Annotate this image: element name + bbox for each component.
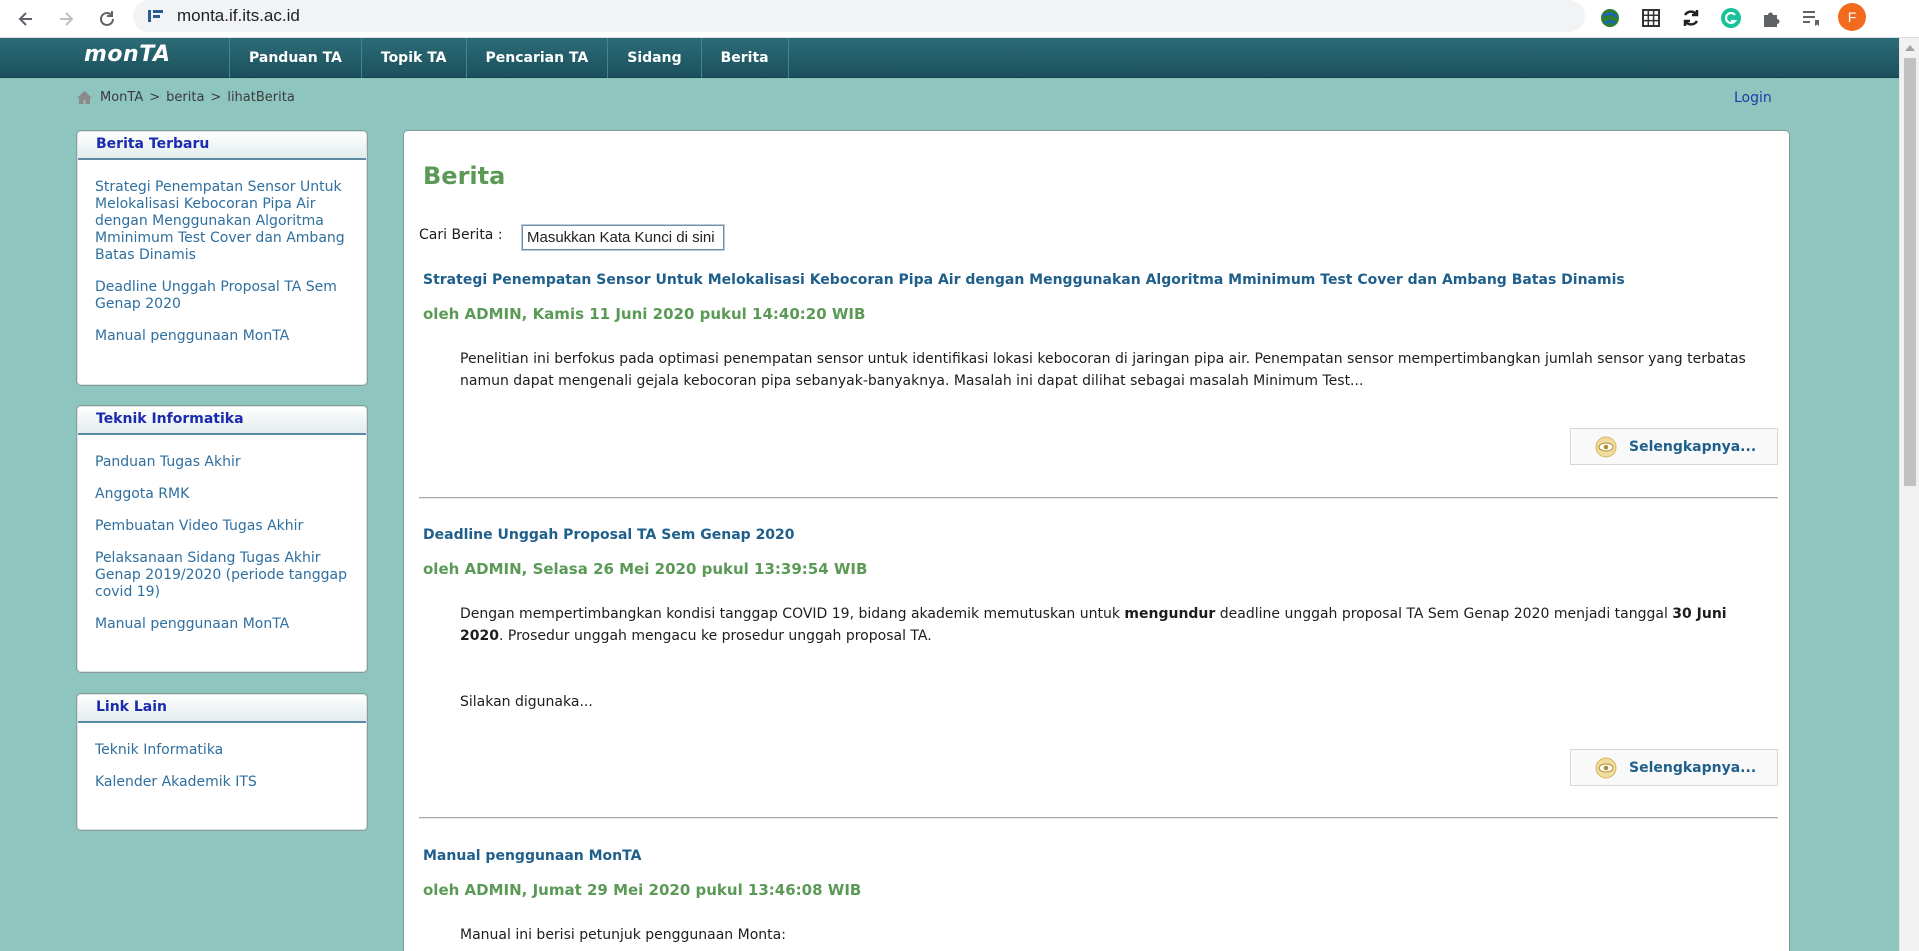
back-button[interactable]: [11, 4, 41, 34]
url-text[interactable]: monta.if.its.ac.id: [177, 6, 300, 26]
sidebar-box-title: Link Lain: [78, 695, 366, 723]
extension-globe[interactable]: [1596, 4, 1624, 32]
sidebar-box-title: Teknik Informatika: [78, 407, 366, 435]
menu-topik-ta[interactable]: Topik TA: [362, 38, 467, 78]
read-more-button[interactable]: Selengkapnya...: [1570, 749, 1778, 786]
news-body-extra: Silakan digunaka...: [460, 694, 593, 710]
reload-button[interactable]: [92, 4, 122, 34]
main-menu: Panduan TA Topik TA Pencarian TA Sidang …: [229, 38, 789, 78]
sidebar-box-title: Berita Terbaru: [78, 132, 366, 160]
menu-pencarian-ta[interactable]: Pencarian TA: [467, 38, 609, 78]
search-input[interactable]: [521, 224, 725, 251]
menu-sidang[interactable]: Sidang: [608, 38, 702, 78]
sidebar-box-link-lain: Link Lain Teknik Informatika Kalender Ak…: [76, 693, 368, 831]
sidebar-link-pembuatan-video[interactable]: Pembuatan Video Tugas Akhir: [95, 518, 349, 535]
puzzle-icon: [1764, 12, 1780, 27]
news-item: Manual penggunaan MonTA oleh ADMIN, Juma…: [419, 848, 1778, 951]
scroll-up-arrow-icon[interactable]: [1905, 45, 1915, 51]
news-body: Manual ini berisi petunjuk penggunaan Mo…: [460, 927, 786, 943]
breadcrumb: MonTA > berita > lihatBerita: [76, 90, 295, 105]
news-title[interactable]: Strategi Penempatan Sensor Untuk Melokal…: [423, 272, 1625, 288]
reload-icon: [100, 11, 114, 26]
main-content: Berita Cari Berita : Strategi Penempatan…: [403, 130, 1790, 951]
news-title[interactable]: Manual penggunaan MonTA: [423, 848, 641, 864]
news-title[interactable]: Deadline Unggah Proposal TA Sem Genap 20…: [423, 527, 795, 543]
extension-sync[interactable]: [1677, 4, 1705, 32]
extension-grid[interactable]: [1637, 4, 1665, 32]
news-meta: oleh ADMIN, Jumat 29 Mei 2020 pukul 13:4…: [423, 881, 862, 899]
profile-avatar[interactable]: F: [1838, 3, 1866, 31]
globe-icon: [1601, 9, 1619, 27]
sidebar-link-manual-monta[interactable]: Manual penggunaan MonTA: [95, 616, 349, 633]
news-body: Dengan mempertimbangkan kondisi tanggap …: [460, 603, 1760, 647]
site-header: monTA Panduan TA Topik TA Pencarian TA S…: [0, 38, 1899, 78]
menu-berita[interactable]: Berita: [702, 38, 789, 78]
arrow-right-icon: [60, 12, 74, 26]
news-body-text: . Prosedur unggah mengacu ke prosedur un…: [498, 628, 932, 644]
breadcrumb-separator: >: [149, 90, 161, 105]
sidebar-link-manual-monta[interactable]: Manual penggunaan MonTA: [95, 328, 349, 345]
sidebar-box-berita-terbaru: Berita Terbaru Strategi Penempatan Senso…: [76, 130, 368, 386]
news-body-text: deadline unggah proposal TA Sem Genap 20…: [1215, 606, 1673, 622]
sidebar-link-strategi-penempatan-sensor[interactable]: Strategi Penempatan Sensor Untuk Melokal…: [95, 179, 349, 264]
sidebar-box-teknik-informatika: Teknik Informatika Panduan Tugas Akhir A…: [76, 405, 368, 673]
news-item: Deadline Unggah Proposal TA Sem Genap 20…: [419, 527, 1778, 787]
eye-icon: [1595, 757, 1617, 778]
news-meta: oleh ADMIN, Selasa 26 Mei 2020 pukul 13:…: [423, 560, 868, 578]
scrollbar-thumb[interactable]: [1904, 58, 1916, 486]
eye-icon: [1595, 436, 1617, 457]
news-body-text: Dengan mempertimbangkan kondisi tanggap …: [460, 606, 1125, 622]
sidebar-link-list: Panduan Tugas Akhir Anggota RMK Pembuata…: [77, 436, 367, 658]
site-info-icon[interactable]: [147, 8, 165, 24]
grid-icon: [1642, 9, 1660, 27]
login-link[interactable]: Login: [1734, 90, 1772, 106]
breadcrumb-separator: >: [210, 90, 222, 105]
read-more-button[interactable]: Selengkapnya...: [1570, 428, 1778, 465]
read-more-label: Selengkapnya...: [1629, 759, 1757, 776]
news-meta: oleh ADMIN, Kamis 11 Juni 2020 pukul 14:…: [423, 305, 866, 323]
news-item: Strategi Penempatan Sensor Untuk Melokal…: [419, 272, 1778, 465]
search-label: Cari Berita :: [419, 227, 503, 243]
browser-toolbar: monta.if.its.ac.id F: [0, 0, 1919, 38]
sidebar-link-deadline-proposal[interactable]: Deadline Unggah Proposal TA Sem Genap 20…: [95, 279, 349, 313]
extension-grammarly[interactable]: [1717, 4, 1745, 32]
reading-list-icon: [1803, 11, 1819, 26]
page-scrollbar[interactable]: [1899, 38, 1919, 951]
sidebar-link-panduan-tugas-akhir[interactable]: Panduan Tugas Akhir: [95, 454, 349, 471]
arrow-left-icon: [18, 12, 32, 26]
breadcrumb-lihatberita: lihatBerita: [227, 90, 295, 105]
breadcrumb-monta[interactable]: MonTA: [100, 90, 143, 105]
news-body-bold: mengundur: [1124, 606, 1216, 622]
page-title: Berita: [423, 162, 506, 190]
site-logo[interactable]: monTA: [84, 42, 171, 67]
grammarly-icon: [1721, 8, 1741, 28]
address-bar[interactable]: monta.if.its.ac.id: [133, 0, 1585, 32]
sidebar-link-anggota-rmk[interactable]: Anggota RMK: [95, 486, 349, 503]
home-icon[interactable]: [76, 90, 93, 105]
news-body: Penelitian ini berfokus pada optimasi pe…: [460, 351, 1746, 389]
read-more-label: Selengkapnya...: [1629, 438, 1757, 455]
sidebar-link-list: Strategi Penempatan Sensor Untuk Melokal…: [77, 161, 367, 370]
forward-button[interactable]: [51, 4, 81, 34]
menu-panduan-ta[interactable]: Panduan TA: [230, 38, 362, 78]
sidebar-link-teknik-informatika[interactable]: Teknik Informatika: [95, 742, 349, 759]
reading-list-button[interactable]: [1797, 4, 1825, 32]
sidebar-link-list: Teknik Informatika Kalender Akademik ITS: [77, 724, 367, 816]
sync-icon: [1683, 10, 1699, 26]
news-divider: [419, 817, 1778, 819]
sidebar-link-kalender-akademik[interactable]: Kalender Akademik ITS: [95, 774, 349, 791]
extensions-button[interactable]: [1757, 4, 1785, 32]
news-divider: [419, 497, 1778, 499]
breadcrumb-berita[interactable]: berita: [166, 90, 204, 105]
sidebar-link-pelaksanaan-sidang[interactable]: Pelaksanaan Sidang Tugas Akhir Genap 201…: [95, 550, 349, 601]
